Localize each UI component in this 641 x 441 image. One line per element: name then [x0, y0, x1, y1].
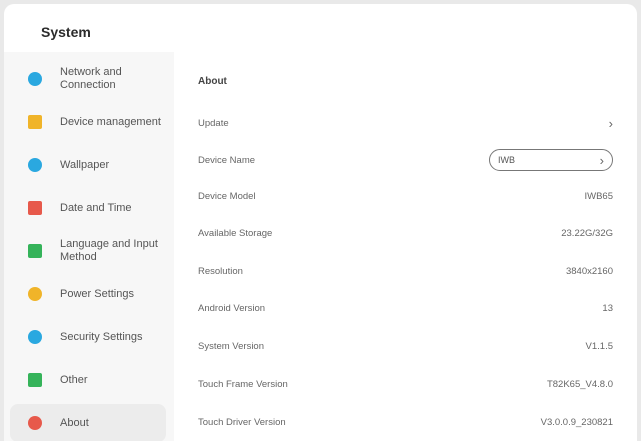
row-label: Touch Driver Version: [198, 416, 286, 428]
sidebar-item-wallpaper[interactable]: Wallpaper: [10, 146, 166, 184]
globe-icon: [28, 72, 42, 86]
sidebar-item-date-time[interactable]: Date and Time: [10, 189, 166, 227]
sidebar-item-label: Security Settings: [60, 330, 143, 343]
row-value: V1.1.5: [585, 340, 613, 352]
power-icon: [28, 287, 42, 301]
sidebar-item-about[interactable]: About: [10, 404, 166, 441]
row-value: 23.22G/32G: [561, 227, 613, 239]
palette-icon: [28, 158, 42, 172]
row-label: Available Storage: [198, 227, 273, 239]
row-label: Device Name: [198, 154, 256, 166]
row-value: T82K65_V4.8.0: [546, 378, 613, 390]
storage-row: Available Storage 23.22G/32G: [198, 223, 613, 243]
settings-window: System Network and Connection Device man…: [4, 4, 637, 441]
android-version-row: Android Version 13: [198, 298, 613, 318]
sidebar-item-language-input[interactable]: Language and Input Method: [10, 232, 166, 270]
sidebar-item-label: About: [60, 416, 89, 429]
row-value: 13: [602, 302, 613, 314]
sidebar-item-label: Power Settings: [60, 287, 134, 300]
sidebar-item-other[interactable]: Other: [10, 361, 166, 399]
sidebar-item-label: Language and Input Method: [60, 238, 158, 263]
sidebar: Network and Connection Device management…: [4, 52, 174, 441]
page-title: System: [41, 24, 91, 40]
device-name-row: Device Name IWB ›: [198, 149, 613, 171]
update-row[interactable]: Update ›: [198, 113, 613, 133]
sidebar-item-label: Other: [60, 373, 88, 386]
sidebar-item-device-management[interactable]: Device management: [10, 103, 166, 141]
device-name-field[interactable]: IWB ›: [489, 149, 613, 171]
row-value: V3.0.0.9_230821: [540, 416, 613, 428]
row-value: 3840x2160: [565, 265, 613, 277]
info-icon: [28, 416, 42, 430]
system-version-row: System Version V1.1.5: [198, 336, 613, 356]
row-value: IWB65: [584, 190, 613, 202]
section-title: About: [198, 76, 227, 87]
sidebar-item-power[interactable]: Power Settings: [10, 275, 166, 313]
chevron-right-icon: ›: [599, 152, 604, 168]
sidebar-item-security[interactable]: Security Settings: [10, 318, 166, 356]
calendar-icon: [28, 201, 42, 215]
shield-icon: [28, 330, 42, 344]
touch-driver-version-row: Touch Driver Version V3.0.0.9_230821: [198, 412, 613, 432]
row-label: Touch Frame Version: [198, 378, 288, 390]
sidebar-item-label: Date and Time: [60, 201, 132, 214]
about-panel: About Update › Device Name IWB › Device …: [174, 52, 637, 441]
keyboard-icon: [28, 244, 42, 258]
sidebar-item-network[interactable]: Network and Connection: [10, 60, 166, 98]
sidebar-item-label: Device management: [60, 115, 161, 128]
device-name-value: IWB: [498, 155, 515, 165]
speaker-icon: [28, 115, 42, 129]
row-label: System Version: [198, 340, 264, 352]
sidebar-item-label: Network and Connection: [60, 66, 122, 91]
row-label: Update: [198, 117, 229, 129]
row-label: Android Version: [198, 302, 266, 314]
resolution-row: Resolution 3840x2160: [198, 261, 613, 281]
row-label: Resolution: [198, 265, 243, 277]
list-icon: [28, 373, 42, 387]
chevron-right-icon: ›: [608, 115, 613, 131]
sidebar-item-label: Wallpaper: [60, 158, 110, 171]
row-label: Device Model: [198, 190, 256, 202]
device-model-row: Device Model IWB65: [198, 186, 613, 206]
touch-frame-version-row: Touch Frame Version T82K65_V4.8.0: [198, 374, 613, 394]
